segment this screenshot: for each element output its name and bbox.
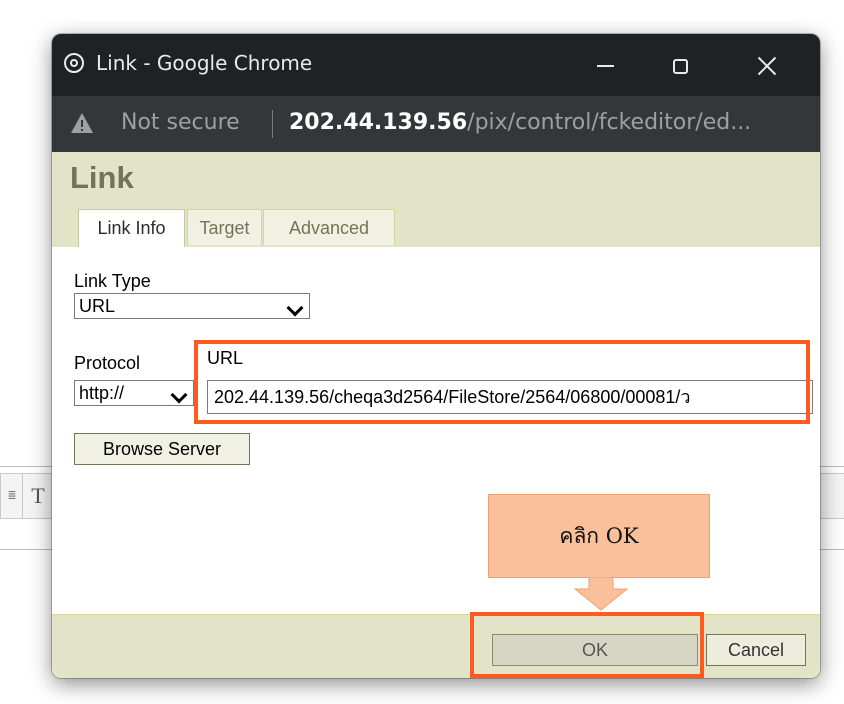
minimize-icon [596,65,614,67]
page-url[interactable]: 202.44.139.56/pix/control/fckeditor/ed..… [289,110,814,135]
browse-server-button[interactable]: Browse Server [74,433,250,465]
editor-toolbar-edge [820,473,844,519]
window-title: Link - Google Chrome [96,51,313,75]
close-icon [758,57,776,75]
window-titlebar: Link - Google Chrome [52,34,820,96]
url-host: 202.44.139.56 [289,110,468,135]
link-type-label: Link Type [74,271,151,291]
warning-icon[interactable] [70,112,94,134]
protocol-value: http:// [79,383,125,403]
url-label: URL [207,348,244,368]
dialog-footer [52,614,820,678]
link-dialog: Link Link Info Target Advanced Link Type… [52,152,820,678]
tab-link-info[interactable]: Link Info [78,209,185,247]
link-type-value: URL [79,296,116,316]
tab-advanced[interactable]: Advanced [263,209,395,245]
down-arrow-icon [573,577,629,611]
editor-toolbar-icon[interactable]: ≣ [0,473,24,519]
chevron-down-icon [170,386,188,404]
url-path: /pix/control/fckeditor/ed... [467,110,752,135]
dialog-title: Link [70,160,134,195]
chrome-logo-icon [64,53,84,73]
cancel-button[interactable]: Cancel [706,634,806,666]
link-type-select[interactable]: URL [74,293,310,319]
close-button[interactable] [740,44,794,88]
click-ok-callout: คลิก OK [488,494,710,578]
protocol-label: Protocol [74,353,141,373]
url-input[interactable]: 202.44.139.56/cheqa3d2564/FileStore/2564… [207,380,813,414]
chevron-down-icon [286,299,304,317]
dialog-header: Link Link Info Target Advanced [52,152,820,247]
address-bar[interactable]: Not secure 202.44.139.56/pix/control/fck… [52,96,820,152]
chrome-popup-window: Link - Google Chrome Not secure 202.44.1… [52,34,820,678]
protocol-select[interactable]: http:// [74,380,194,406]
security-status[interactable]: Not secure [121,110,240,135]
ok-button[interactable]: OK [492,634,698,666]
tab-target[interactable]: Target [187,209,262,245]
address-separator [272,110,273,138]
maximize-icon [672,58,688,74]
maximize-button[interactable] [653,44,707,88]
minimize-button[interactable] [578,44,632,88]
editor-text-icon[interactable]: T [22,473,54,519]
